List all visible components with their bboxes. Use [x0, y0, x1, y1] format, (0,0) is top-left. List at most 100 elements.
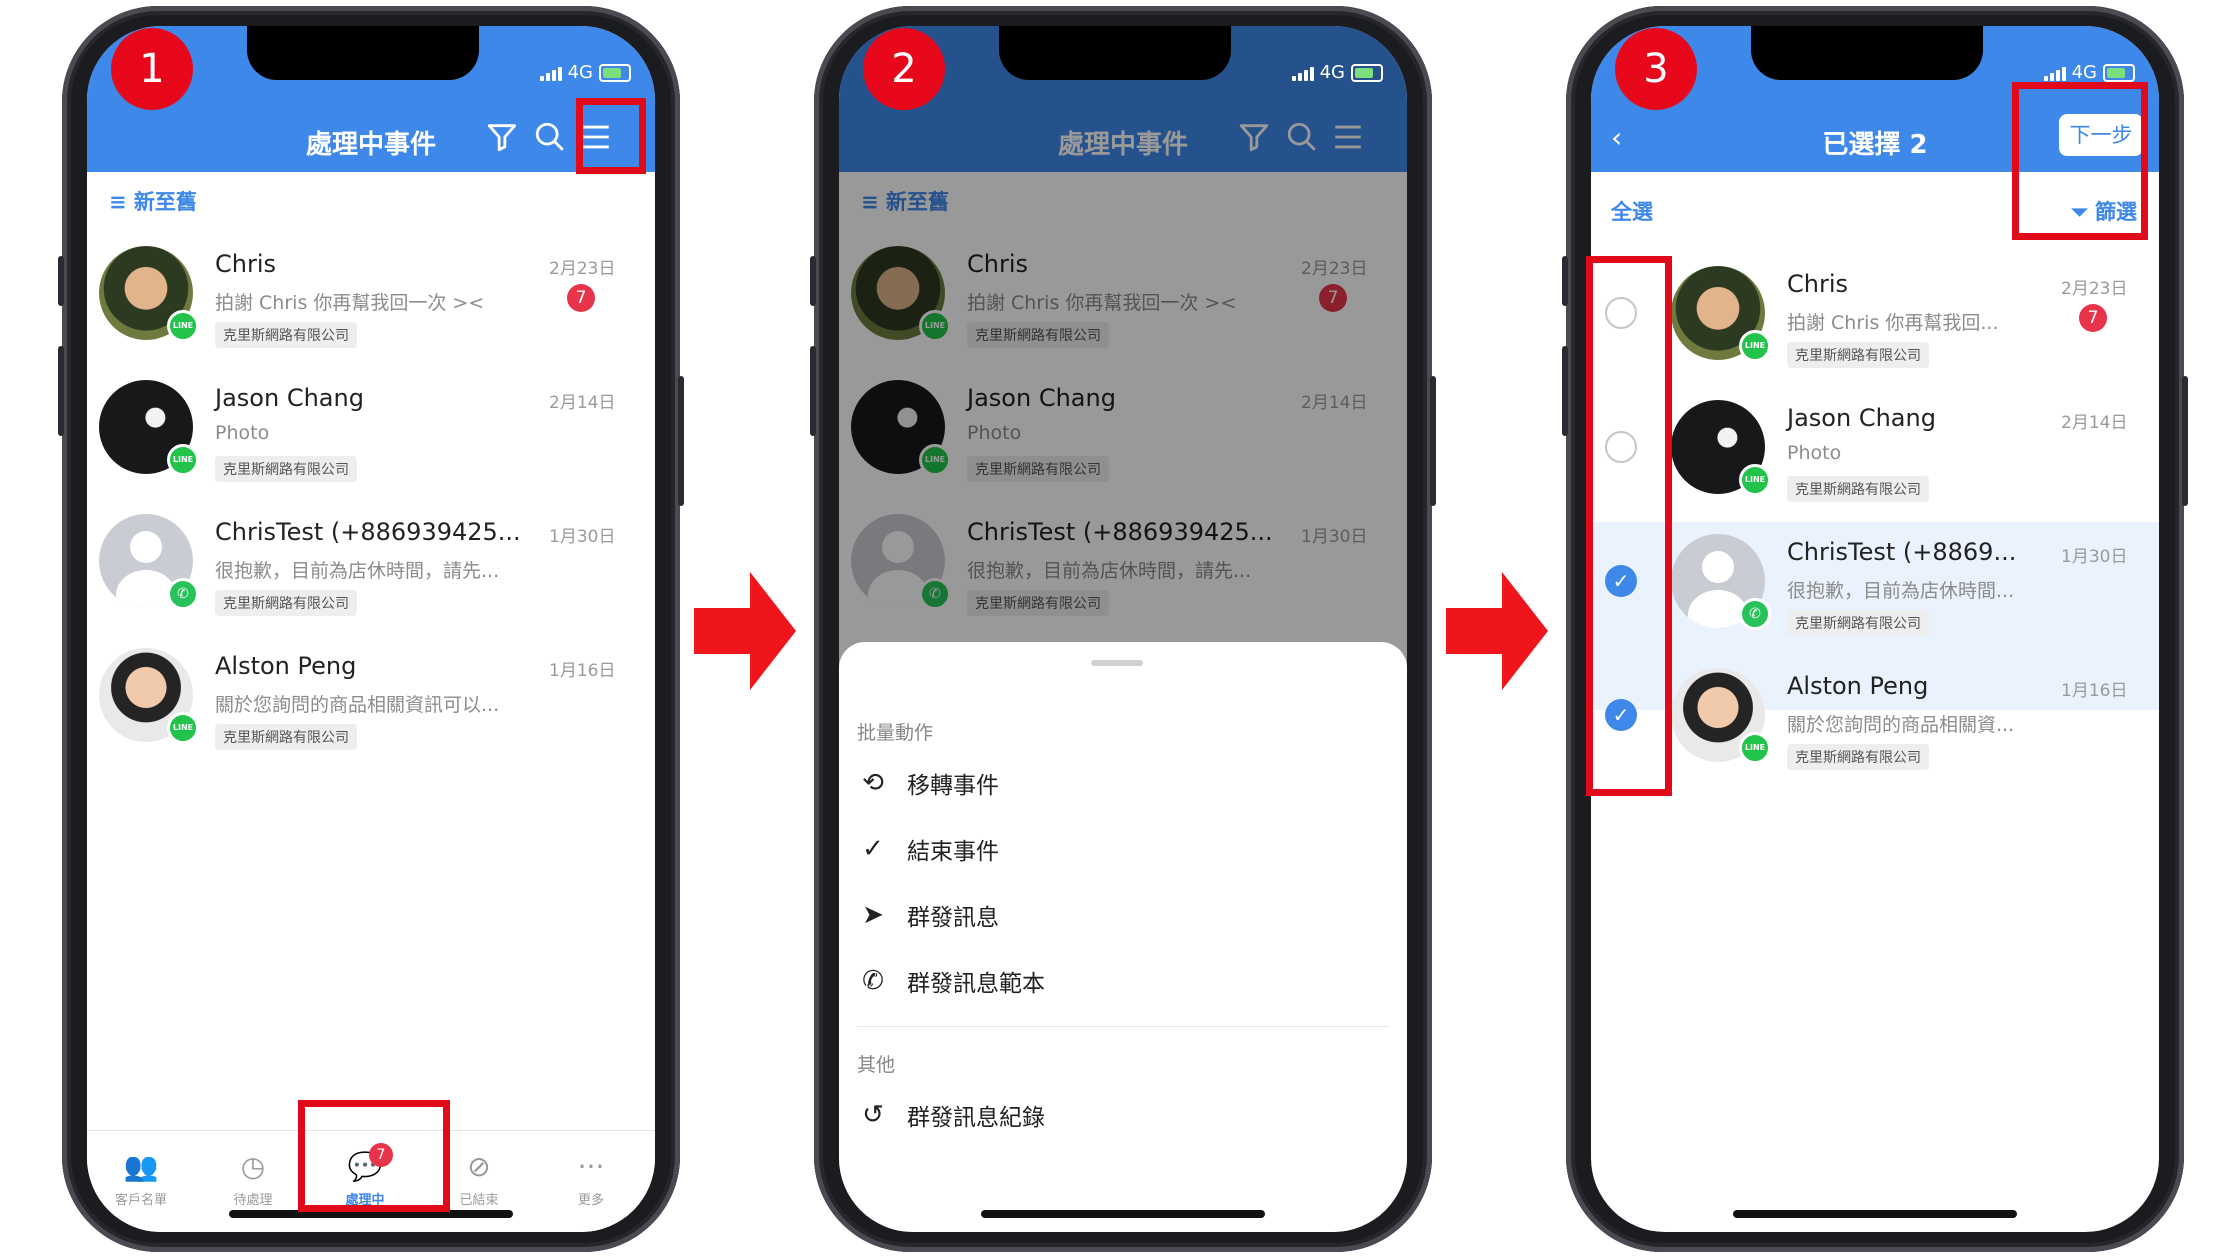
contact-name: Jason Chang — [215, 384, 364, 412]
signal-icon — [539, 65, 562, 81]
action-close-event[interactable]: ✓ 結束事件 — [857, 832, 999, 866]
step-number-2: 2 — [863, 28, 945, 110]
tab-closed[interactable]: ⊘ 已結束 — [439, 1149, 519, 1208]
tab-label: 待處理 — [233, 1193, 273, 1208]
transfer-icon: ⟲ — [862, 768, 884, 798]
contact-name: Alston Peng — [215, 652, 357, 680]
network-label: 4G — [2071, 62, 2097, 83]
highlight-menu-button — [576, 98, 646, 174]
section-other-label: 其他 — [857, 1054, 896, 1076]
conversation-row[interactable]: LINE Chris 拍謝 Chris 你再幫我回... 克里斯網路有限公司 2… — [1591, 246, 2159, 380]
paper-plane-icon: ➤ — [862, 900, 884, 930]
company-tag: 克里斯網路有限公司 — [1787, 744, 1929, 770]
message-date: 2月23日 — [549, 259, 616, 279]
message-date: 2月23日 — [2061, 279, 2128, 299]
tab-more[interactable]: ··· 更多 — [551, 1149, 631, 1208]
message-preview: Photo — [1787, 442, 1842, 464]
section-batch-label: 批量動作 — [857, 722, 934, 744]
signal-icon — [2043, 65, 2066, 81]
battery-icon — [2103, 63, 2135, 82]
status-bar: 4G — [2043, 62, 2135, 83]
message-preview: 拍謝 Chris 你再幫我回... — [1787, 312, 1999, 334]
unread-badge: 7 — [2079, 304, 2107, 332]
line-channel-icon: LINE — [167, 712, 199, 744]
company-tag: 克里斯網路有限公司 — [1787, 342, 1929, 368]
network-label: 4G — [567, 62, 593, 83]
conversation-row[interactable]: LINE Jason Chang Photo 克里斯網路有限公司 2月14日 — [87, 360, 655, 494]
contact-name: Alston Peng — [1787, 672, 1929, 700]
message-date: 1月30日 — [2061, 547, 2128, 567]
highlight-in-progress-tab — [298, 1100, 450, 1212]
line-channel-icon: LINE — [167, 444, 199, 476]
message-preview: 很抱歉，目前為店休時間，請先... — [215, 560, 500, 582]
whatsapp-icon: ✆ — [862, 966, 884, 996]
conversation-row[interactable]: ✓ LINE Alston Peng 關於您詢問的商品相關資... 克里斯網路有… — [1591, 648, 2159, 782]
action-label: 移轉事件 — [907, 773, 999, 799]
company-tag: 克里斯網路有限公司 — [1787, 610, 1929, 636]
more-icon: ··· — [577, 1150, 605, 1183]
step-number-3: 3 — [1615, 28, 1697, 110]
message-preview: 關於您詢問的商品相關資訊可以... — [215, 694, 500, 716]
whatsapp-channel-icon: ✆ — [167, 578, 199, 610]
line-channel-icon: LINE — [1739, 464, 1771, 496]
message-preview: Photo — [215, 422, 270, 444]
pending-icon: ◷ — [240, 1150, 266, 1183]
sort-icon: ≡ — [109, 190, 127, 214]
message-preview: 關於您詢問的商品相關資... — [1787, 714, 2015, 736]
highlight-checkboxes — [1586, 256, 1672, 796]
batch-action-sheet: 批量動作 ⟲ 移轉事件 ✓ 結束事件 ➤ 群發訊息 ✆ 群發訊息範本 其他 ↺ … — [839, 642, 1407, 1232]
message-date: 1月30日 — [549, 527, 616, 547]
action-label: 群發訊息紀錄 — [907, 1105, 1045, 1131]
action-broadcast-message[interactable]: ➤ 群發訊息 — [857, 898, 999, 932]
notch — [1751, 26, 1983, 80]
screen-2: 4G 處理中事件 ≡ 新至舊 LINE Chris 拍謝 Chris 你再幫我回… — [839, 26, 1407, 1232]
check-icon: ✓ — [862, 834, 884, 864]
message-preview: 拍謝 Chris 你再幫我回一次 >< — [215, 292, 485, 314]
contact-name: ChrisTest (+886939425... — [215, 518, 521, 546]
arrow-right-icon — [694, 572, 796, 690]
action-transfer-event[interactable]: ⟲ 移轉事件 — [857, 766, 999, 800]
tab-label: 更多 — [577, 1193, 604, 1208]
sort-toggle[interactable]: ≡ 新至舊 — [109, 186, 197, 216]
conversation-row[interactable]: ✓ ✆ ChrisTest (+8869... 很抱歉，目前為店休時間... 克… — [1591, 514, 2159, 648]
unread-badge: 7 — [567, 284, 595, 312]
tab-pending[interactable]: ◷ 待處理 — [213, 1149, 293, 1208]
action-label: 群發訊息 — [907, 905, 999, 931]
status-bar: 4G — [539, 62, 631, 83]
sheet-grabber[interactable] — [1091, 660, 1143, 666]
company-tag: 克里斯網路有限公司 — [1787, 476, 1929, 502]
action-broadcast-history[interactable]: ↺ 群發訊息紀錄 — [857, 1098, 1045, 1132]
network-label: 4G — [1319, 62, 1345, 83]
line-channel-icon: LINE — [1739, 732, 1771, 764]
step-number-1: 1 — [111, 28, 193, 110]
conversation-row[interactable]: ✆ ChrisTest (+886939425... 很抱歉，目前為店休時間，請… — [87, 494, 655, 628]
users-icon: 👥 — [123, 1150, 159, 1183]
status-bar: 4G — [1291, 62, 1383, 83]
home-indicator — [1733, 1210, 2017, 1218]
company-tag: 克里斯網路有限公司 — [215, 590, 357, 616]
conversation-row[interactable]: LINE Jason Chang Photo 克里斯網路有限公司 2月14日 — [1591, 380, 2159, 514]
line-channel-icon: LINE — [1739, 330, 1771, 362]
tab-label: 已結束 — [459, 1193, 499, 1208]
contact-name: Chris — [1787, 270, 1849, 298]
message-date: 2月14日 — [549, 393, 616, 413]
contact-name: Chris — [215, 250, 277, 278]
history-icon: ↺ — [862, 1100, 884, 1130]
phone-step-1: 4G 處理中事件 ≡ 新至舊 LINE Chris 拍謝 Chris 你再幫我回… — [58, 6, 684, 1252]
company-tag: 克里斯網路有限公司 — [215, 724, 357, 750]
highlight-next-and-filter — [2012, 82, 2148, 240]
filter-icon[interactable] — [485, 120, 519, 163]
select-all-button[interactable]: 全選 — [1611, 196, 1653, 226]
search-icon[interactable] — [533, 120, 567, 163]
contact-name: Jason Chang — [1787, 404, 1936, 432]
conversation-row[interactable]: LINE Alston Peng 關於您詢問的商品相關資訊可以... 克里斯網路… — [87, 628, 655, 762]
conversation-row[interactable]: LINE Chris 拍謝 Chris 你再幫我回一次 >< 克里斯網路有限公司… — [87, 226, 655, 360]
action-broadcast-template[interactable]: ✆ 群發訊息範本 — [857, 964, 1045, 998]
phone-step-2: 4G 處理中事件 ≡ 新至舊 LINE Chris 拍謝 Chris 你再幫我回… — [810, 6, 1436, 1252]
tab-customers[interactable]: 👥 客戶名單 — [101, 1149, 181, 1208]
message-date: 1月16日 — [549, 661, 616, 681]
home-indicator — [981, 1210, 1265, 1218]
contact-name: ChrisTest (+8869... — [1787, 538, 2017, 566]
signal-icon — [1291, 65, 1314, 81]
message-date: 2月14日 — [2061, 413, 2128, 433]
